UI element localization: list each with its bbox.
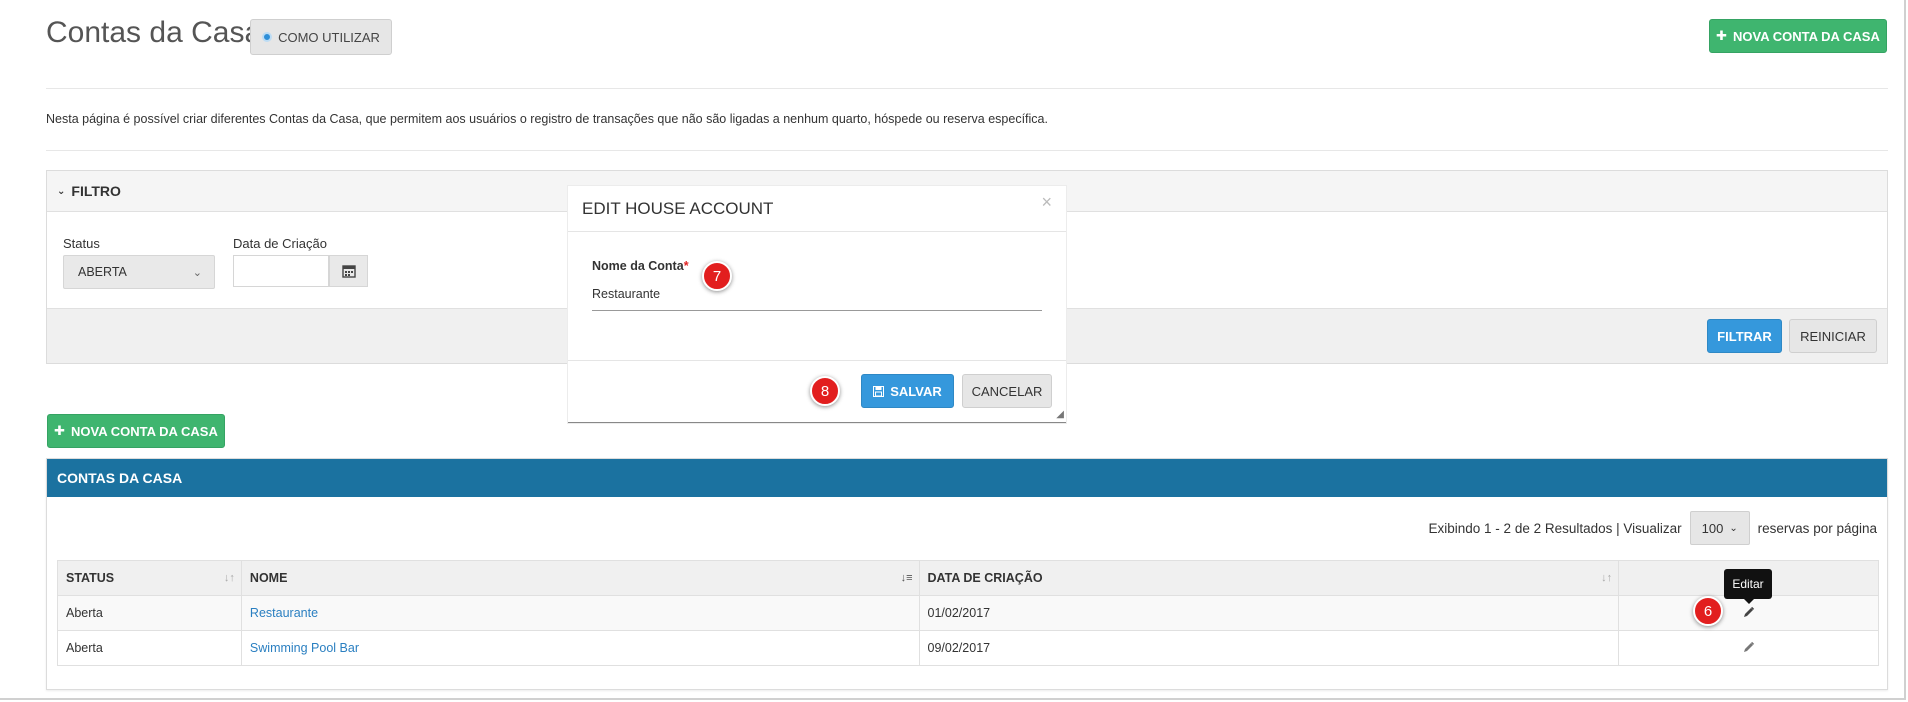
status-select-value: ABERTA	[78, 265, 127, 279]
date-label: Data de Criação	[233, 236, 327, 251]
status-label: Status	[63, 236, 100, 251]
plus-icon: ✚	[1716, 28, 1728, 43]
chevron-down-icon: ⌄	[57, 185, 66, 197]
creation-date-input[interactable]	[233, 255, 329, 287]
page-title: Contas da Casa	[46, 16, 262, 49]
pager-suffix: reservas por página	[1757, 520, 1877, 536]
step-badge-6: 6	[1693, 596, 1723, 626]
page-description: Nesta página é possível criar diferentes…	[46, 112, 1048, 126]
help-button[interactable]: COMO UTILIZAR	[250, 19, 392, 55]
pagination-info: Exibindo 1 - 2 de 2 Resultados | Visuali…	[1429, 511, 1877, 545]
column-header-creation-date[interactable]: DATA DE CRIAÇÃO ↓↑	[918, 560, 1620, 596]
account-name-label: Nome da Conta*	[592, 259, 689, 273]
divider	[46, 88, 1888, 89]
save-button-label: SALVAR	[890, 383, 942, 399]
reset-button[interactable]: REINICIAR	[1789, 319, 1877, 353]
modal-divider	[568, 360, 1066, 361]
step-badge-7: 7	[702, 261, 732, 291]
account-name-input[interactable]: Restaurante	[592, 287, 660, 301]
table-row: Aberta Restaurante 01/02/2017	[57, 595, 1879, 631]
new-house-account-button[interactable]: ✚ NOVA CONTA DA CASA	[47, 414, 225, 448]
filter-button[interactable]: FILTRAR	[1707, 319, 1782, 353]
new-button-label: NOVA CONTA DA CASA	[1733, 28, 1880, 44]
cell-date: 09/02/2017	[918, 630, 1620, 666]
save-button[interactable]: SALVAR	[861, 374, 954, 408]
input-underline	[592, 310, 1042, 311]
step-badge-8: 8	[810, 376, 840, 406]
calendar-icon	[341, 265, 356, 278]
plus-icon: ✚	[54, 423, 66, 438]
column-header-name[interactable]: NOME ↓≡	[240, 560, 920, 596]
house-accounts-table: STATUS ↓↑ NOME ↓≡ DATA DE CRIAÇÃO ↓↑ Abe…	[57, 560, 1879, 666]
sort-icon: ↓↑	[1601, 572, 1613, 584]
modal-title: EDIT HOUSE ACCOUNT	[568, 186, 1066, 232]
edit-tooltip: Editar	[1724, 569, 1772, 604]
required-mark: *	[683, 259, 689, 273]
house-accounts-title: CONTAS DA CASA	[47, 459, 1887, 497]
sort-icon: ↓↑	[223, 572, 235, 584]
new-house-account-button-top[interactable]: ✚ NOVA CONTA DA CASA	[1709, 19, 1887, 53]
chevron-down-icon: ⌄	[1729, 522, 1738, 534]
cell-status: Aberta	[57, 630, 242, 666]
table-row: Aberta Swimming Pool Bar 09/02/2017	[57, 630, 1879, 666]
status-select[interactable]: ABERTA ⌄	[63, 255, 215, 289]
sort-asc-icon: ↓≡	[900, 572, 913, 584]
account-name-link[interactable]: Swimming Pool Bar	[250, 641, 359, 655]
cancel-button[interactable]: CANCELAR	[962, 374, 1052, 408]
help-button-label: COMO UTILIZAR	[278, 29, 380, 45]
resize-handle-icon[interactable]: ◢	[1056, 409, 1064, 420]
close-icon[interactable]: ×	[1041, 192, 1052, 213]
column-header-status[interactable]: STATUS ↓↑	[57, 560, 242, 596]
info-icon	[262, 32, 273, 42]
house-accounts-panel: CONTAS DA CASA Exibindo 1 - 2 de 2 Resul…	[46, 458, 1888, 690]
pager-text: Exibindo 1 - 2 de 2 Resultados | Visuali…	[1428, 520, 1682, 536]
pencil-icon[interactable]	[1743, 606, 1755, 621]
page-size-value: 100	[1701, 520, 1724, 536]
filter-title: FILTRO	[71, 183, 121, 199]
modal-bottom-border	[568, 422, 1066, 423]
divider	[46, 150, 1888, 151]
pencil-icon[interactable]	[1743, 641, 1755, 656]
cell-date: 01/02/2017	[918, 595, 1620, 631]
cell-status: Aberta	[57, 595, 242, 631]
account-name-link[interactable]: Restaurante	[250, 606, 318, 620]
page-size-select[interactable]: 100 ⌄	[1689, 511, 1750, 545]
new-button-label: NOVA CONTA DA CASA	[71, 423, 218, 439]
calendar-button[interactable]	[329, 255, 368, 287]
chevron-down-icon: ⌄	[192, 266, 202, 279]
save-icon	[873, 385, 885, 397]
